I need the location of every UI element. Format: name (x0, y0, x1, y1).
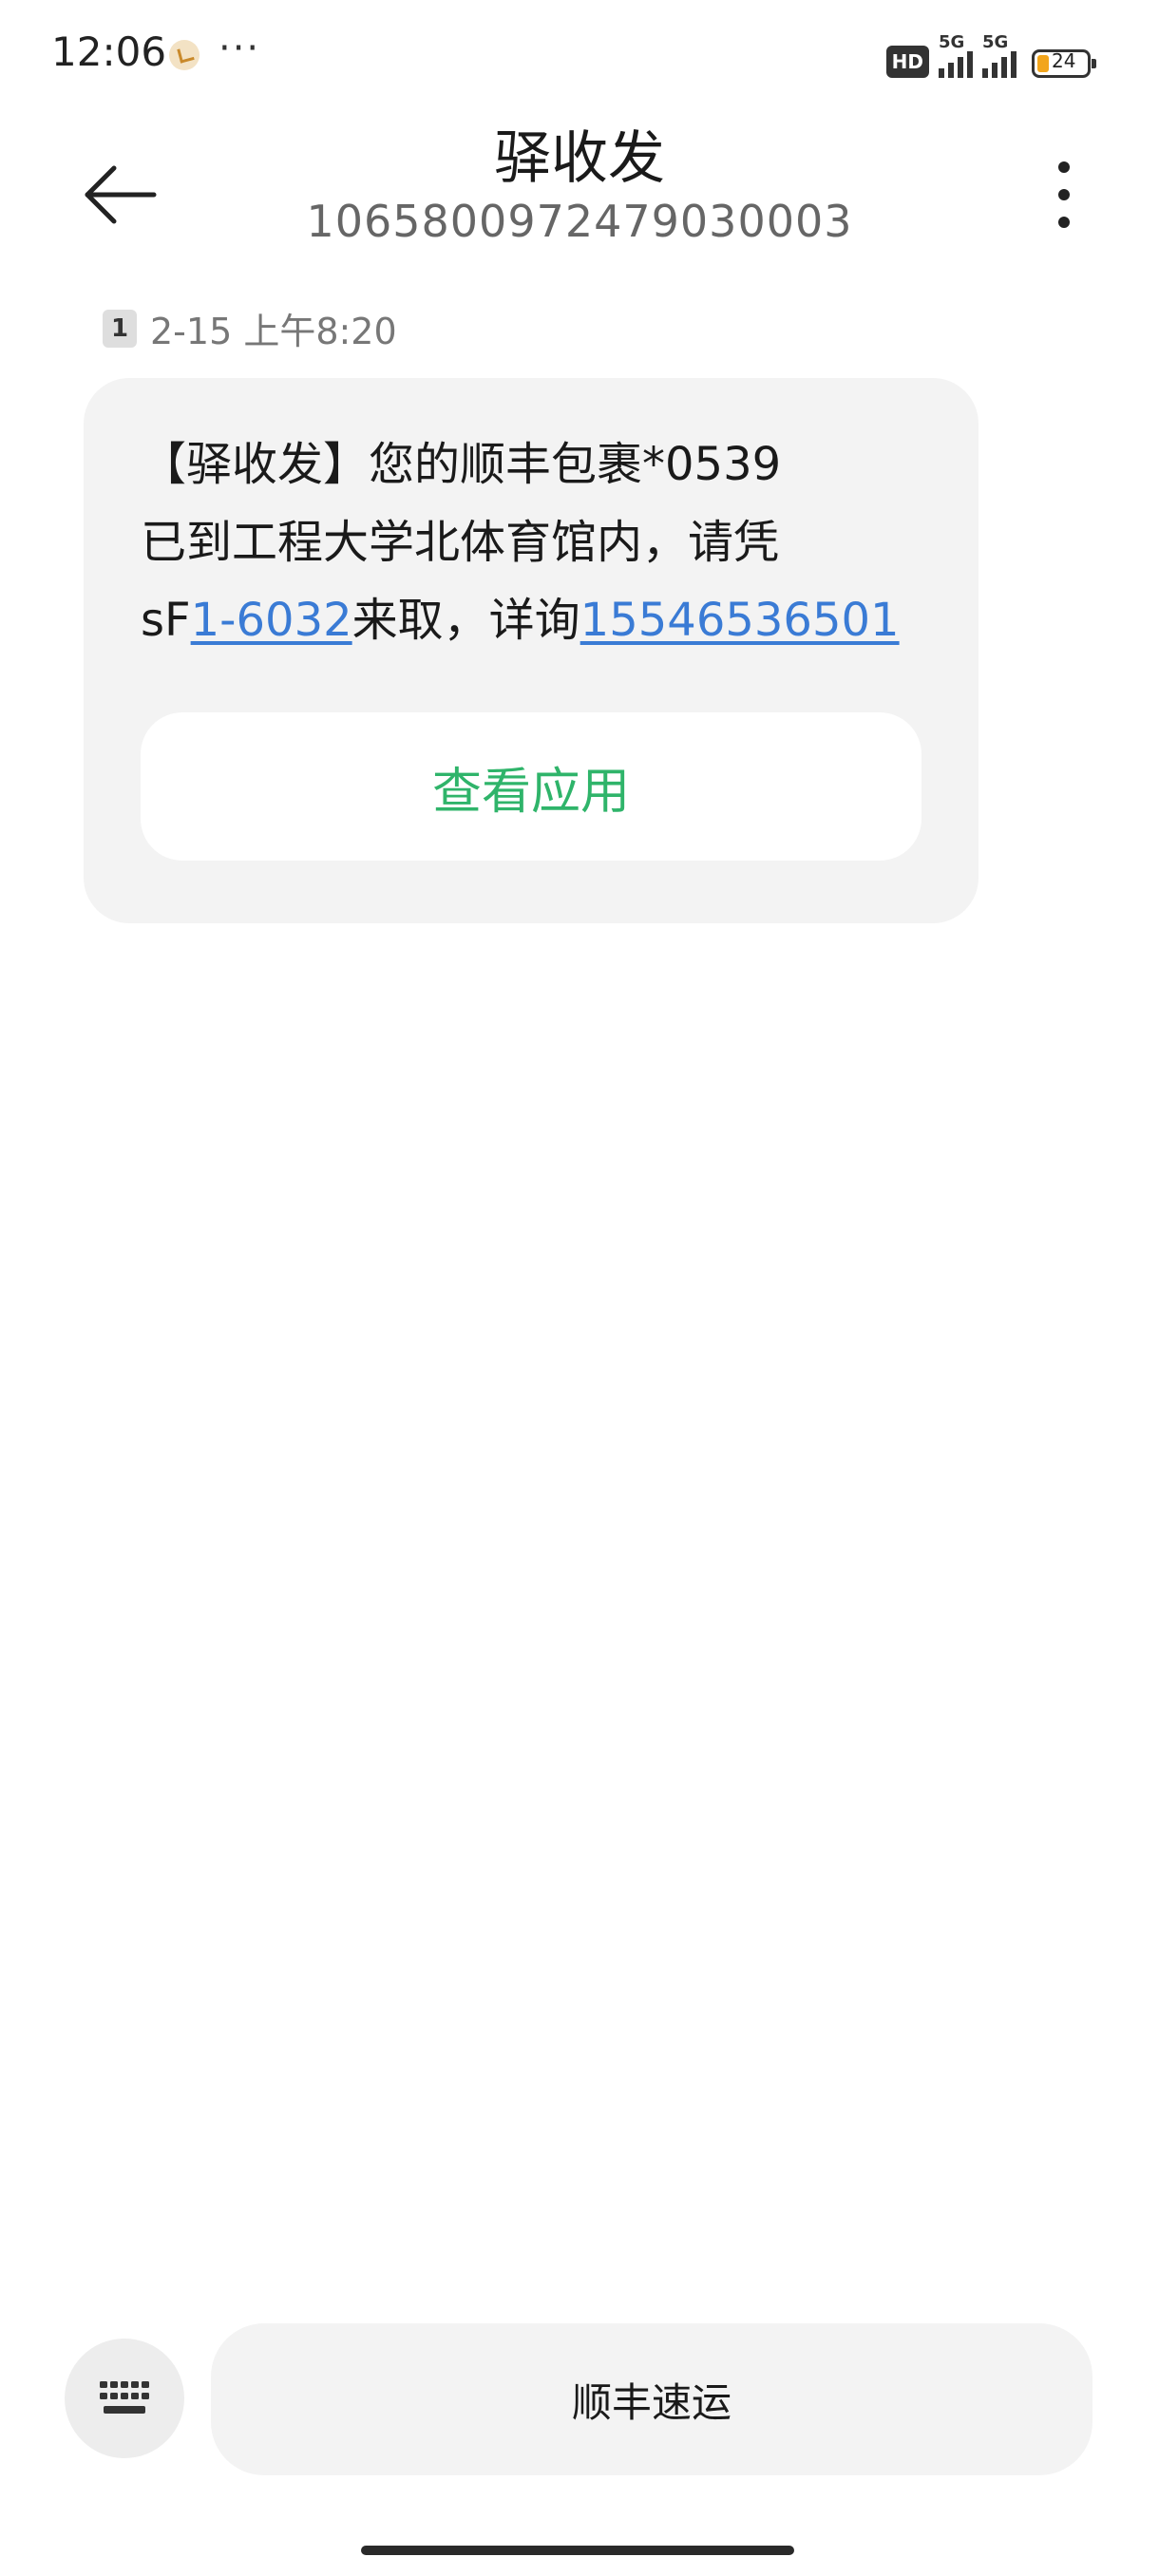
more-options-button[interactable] (1036, 152, 1092, 237)
sim-badge: 1 (103, 309, 137, 348)
keyboard-icon (100, 2381, 149, 2414)
view-app-button[interactable]: 查看应用 (141, 712, 922, 861)
clock-app-icon (169, 40, 200, 70)
message-body: 【驿收发】您的顺丰包裹*0539 已到工程大学北体育馆内，请凭 sF1-6032… (141, 426, 939, 659)
phone-number-link[interactable]: 15546536501 (580, 594, 900, 647)
more-vertical-icon (1058, 161, 1070, 228)
message-line-3-middle: 来取，详询 (352, 594, 580, 647)
message-line-2: 已到工程大学北体育馆内，请凭 (141, 516, 780, 569)
battery-level: 24 (1052, 49, 1076, 72)
more-notifications-icon: ··· (218, 27, 261, 70)
quick-reply-button[interactable]: 顺丰速运 (211, 2323, 1092, 2475)
message-time: 2-15 上午8:20 (150, 311, 397, 352)
network-type-2: 5G (982, 32, 1009, 52)
home-indicator[interactable] (361, 2546, 794, 2555)
status-bar: 12:06 ··· HD 5G 5G 24 (0, 0, 1159, 114)
conversation-header: 驿收发 1065800972479030003 (0, 104, 1159, 266)
message-bubble[interactable]: 【驿收发】您的顺丰包裹*0539 已到工程大学北体育馆内，请凭 sF1-6032… (84, 378, 978, 923)
message-line-3: sF1-6032来取，详询15546536501 (141, 581, 939, 659)
message-meta: 1 2-15 上午8:20 (103, 302, 397, 354)
sender-number: 1065800972479030003 (306, 196, 853, 247)
message-line-3-prefix: sF (141, 594, 191, 647)
hd-voice-icon: HD (885, 46, 929, 78)
signal-icon-2: 5G (982, 32, 1016, 78)
conversation-title: 驿收发 (494, 125, 665, 192)
pickup-code-link[interactable]: 1-6032 (191, 594, 352, 647)
battery-icon: 24 (1032, 49, 1096, 78)
network-type-1: 5G (939, 32, 965, 52)
signal-icon-1: 5G (939, 32, 973, 78)
keyboard-button[interactable] (65, 2339, 184, 2458)
status-icons: HD 5G 5G 24 (885, 32, 1096, 78)
status-time: 12:06 (51, 28, 167, 75)
message-line-1: 【驿收发】您的顺丰包裹*0539 (141, 438, 782, 491)
